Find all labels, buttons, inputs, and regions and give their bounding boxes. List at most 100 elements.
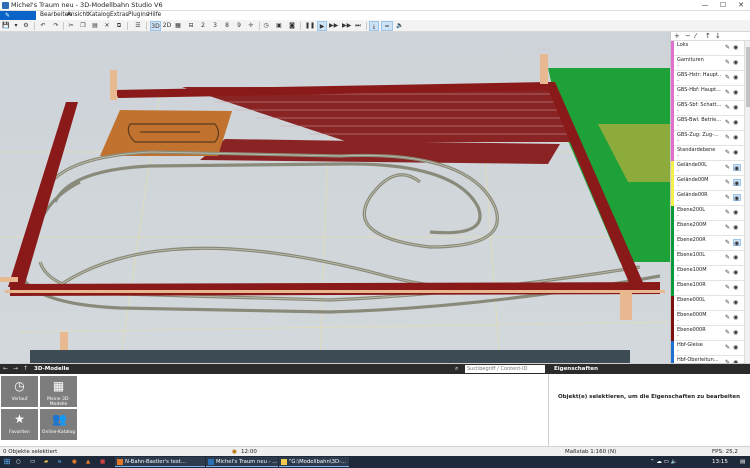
play-icon[interactable]: ▶ — [317, 21, 327, 31]
pin-icon[interactable]: ✎ — [725, 60, 731, 66]
eye-icon[interactable]: ◉ — [733, 179, 741, 187]
edit-layer-icon[interactable]: ⁄ — [695, 32, 696, 41]
list-icon[interactable]: ☰ — [134, 21, 142, 31]
tile-favoriten[interactable]: ★ Favoriten — [1, 409, 38, 440]
forward-icon[interactable]: → — [13, 364, 18, 374]
eye-icon[interactable]: ◉ — [733, 314, 741, 321]
eye-icon[interactable]: ◉ — [733, 239, 741, 247]
menu-extras[interactable]: Extras — [110, 11, 128, 20]
eye-icon[interactable]: ◉ — [733, 269, 741, 276]
layer-row[interactable]: GBS-Hbf: Haupt... - ✎ ◉ — [671, 86, 744, 101]
delete-icon[interactable]: ✕ — [103, 21, 111, 31]
pause-icon[interactable]: ❚❚ — [305, 21, 315, 31]
download-icon[interactable]: ⤓ — [369, 21, 379, 31]
pin-icon[interactable]: ✎ — [725, 255, 731, 261]
layer-row[interactable]: Ebene200M - ✎ ◉ — [671, 221, 744, 236]
fastest-icon[interactable]: ⏭ — [354, 21, 362, 31]
eye-icon[interactable]: ◉ — [733, 59, 741, 66]
back-icon[interactable]: ← — [3, 364, 8, 374]
eye-icon[interactable]: ◉ — [733, 119, 741, 126]
app-icon[interactable]: ■ — [100, 457, 105, 467]
pin-icon[interactable]: ✎ — [725, 315, 731, 321]
layer-row[interactable]: Ebene100R - ✎ ◉ — [671, 281, 744, 296]
duplicate-icon[interactable]: ⧉ — [115, 21, 123, 31]
tile-online-katalog[interactable]: 👥 Online-Katalog — [40, 409, 77, 440]
maximize-button[interactable]: ☐ — [714, 0, 732, 11]
remove-layer-icon[interactable]: − — [685, 32, 691, 41]
eye-icon[interactable]: ◉ — [733, 134, 741, 141]
task-explorer[interactable]: "G:\Modellbahn\3D-... — [279, 457, 349, 467]
layer-row[interactable]: GBS-Zug: Zug-... - ✎ ◉ — [671, 131, 744, 146]
paste-icon[interactable]: ▤ — [91, 21, 99, 31]
pin-icon[interactable]: ✎ — [725, 75, 731, 81]
eye-icon[interactable]: ◉ — [733, 299, 741, 306]
firefox-icon[interactable]: ● — [72, 457, 77, 467]
task-firefox[interactable]: N-Bahn-Bastler's test... — [115, 457, 205, 467]
notifications-icon[interactable]: ▤ — [740, 457, 745, 467]
layer-row[interactable]: Hbf-Oberleitun...-✎◉ — [671, 356, 744, 363]
layer-row[interactable]: Ebene200L - ✎ ◉ — [671, 206, 744, 221]
add-layer-icon[interactable]: + — [674, 32, 680, 41]
task-view-icon[interactable]: ▭ — [30, 457, 35, 467]
eye-icon[interactable]: ◉ — [733, 194, 741, 202]
layer-row[interactable]: Loks ✎ ◉ — [671, 41, 744, 56]
pin-icon[interactable]: ✎ — [725, 105, 731, 111]
layer-row[interactable]: Garnituren - ✎ ◉ — [671, 56, 744, 71]
crosshair-icon[interactable]: ✛ — [247, 21, 255, 31]
layer-row[interactable]: Gelände00M - ✎ ◉ — [671, 176, 744, 191]
eye-icon[interactable]: ◉ — [733, 149, 741, 156]
save-icon[interactable]: 💾 — [2, 21, 10, 31]
eye-icon[interactable]: ◉ — [733, 104, 741, 111]
cut-icon[interactable]: ✂ — [67, 21, 75, 31]
edge-icon[interactable]: e — [58, 457, 61, 467]
layer-row[interactable]: GBS-Hstr: Haupt... - ✎ ◉ — [671, 71, 744, 86]
layer-row[interactable]: Ebene000R - ✎ ◉ — [671, 326, 744, 341]
pin-icon[interactable]: ✎ — [725, 90, 731, 96]
pin-icon[interactable]: ✎ — [725, 150, 731, 156]
pin-icon[interactable]: ✎ — [725, 165, 731, 171]
pin-icon[interactable]: ✎ — [725, 45, 731, 51]
eye-icon[interactable]: ◉ — [733, 224, 741, 231]
pin-icon[interactable]: ✎ — [725, 240, 731, 246]
tile-verlauf[interactable]: ◷ Verlauf — [1, 376, 38, 407]
layer-row[interactable]: Ebene100M - ✎ ◉ — [671, 266, 744, 281]
clock[interactable]: 13:15 — [712, 457, 728, 467]
eye-icon[interactable]: ◉ — [733, 209, 741, 216]
clock-icon[interactable]: ◷ — [262, 21, 270, 31]
pin-icon[interactable]: ✎ — [725, 225, 731, 231]
layer-row[interactable]: Ebene000M - ✎ ◉ — [671, 311, 744, 326]
layer-row[interactable]: Ebene200R - ✎ ◉ — [671, 236, 744, 251]
image-icon[interactable]: ▣ — [275, 21, 283, 31]
layer-row[interactable]: Gelände00L - ✎ ◉ — [671, 161, 744, 176]
layer-row[interactable]: Gelände00R - ✎ ◉ — [671, 191, 744, 206]
scrollbar-thumb[interactable] — [746, 47, 750, 107]
layer-row[interactable]: Standardebene - ✎ ◉ — [671, 146, 744, 161]
move-up-icon[interactable]: ↑ — [705, 32, 711, 41]
grid-icon[interactable]: ▦ — [174, 21, 182, 31]
eye-icon[interactable]: ◉ — [733, 284, 741, 291]
view-3-button[interactable]: 3 — [211, 21, 219, 31]
vlc-icon[interactable]: ▲ — [86, 457, 90, 467]
search-icon[interactable]: ⌕ — [455, 364, 458, 374]
layer-row[interactable]: Hbf-Gleise - ✎ ◉ — [671, 341, 744, 356]
view-9-button[interactable]: 9 — [235, 21, 243, 31]
settings-icon[interactable]: ⚙ — [22, 21, 30, 31]
pin-icon[interactable]: ✎ — [725, 180, 731, 186]
pin-icon[interactable]: ✎ — [725, 270, 731, 276]
minimize-button[interactable]: — — [696, 0, 714, 11]
view-2d-button[interactable]: 2D — [162, 21, 172, 31]
pin-icon[interactable]: ✎ — [725, 330, 731, 336]
layout-icon[interactable]: ⊟ — [187, 21, 195, 31]
view-2-button[interactable]: 2 — [199, 21, 207, 31]
tray-icons[interactable]: ⌃ ☁ ▭ 🔈 — [650, 457, 677, 467]
eye-icon[interactable]: ◉ — [733, 344, 741, 351]
redo-icon[interactable]: ↷ — [52, 21, 60, 31]
layer-row[interactable]: GBS-Sbf: Schatt... - ✎ ◉ — [671, 101, 744, 116]
pin-icon[interactable]: ✎ — [725, 210, 731, 216]
layer-row[interactable]: Ebene100L - ✎ ◉ — [671, 251, 744, 266]
eye-icon[interactable]: ◉ — [733, 89, 741, 96]
pin-icon[interactable]: ✎ — [725, 195, 731, 201]
pin-icon[interactable]: ✎ — [725, 345, 731, 351]
pin-icon[interactable]: ✎ — [725, 300, 731, 306]
eye-icon[interactable]: ◉ — [733, 329, 741, 336]
